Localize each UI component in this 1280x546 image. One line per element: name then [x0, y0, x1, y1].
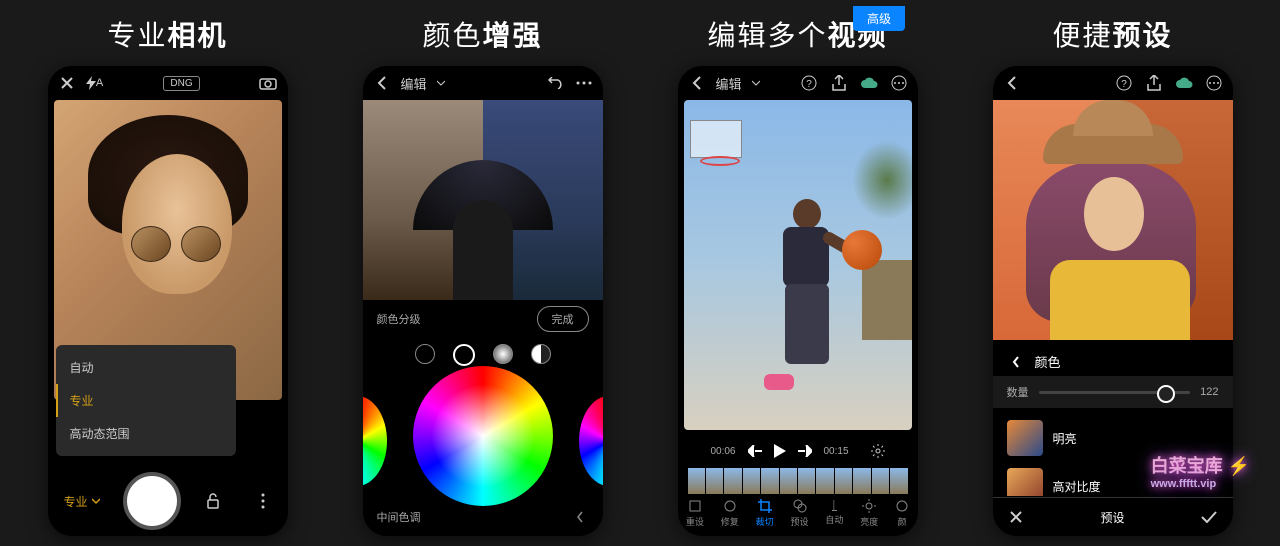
tone-highlights[interactable]: [493, 344, 513, 364]
tool-crop[interactable]: 裁切: [756, 499, 774, 528]
preview-split: [993, 100, 1233, 340]
svg-text:?: ?: [806, 79, 812, 90]
lock-icon[interactable]: [204, 492, 222, 510]
more-icon[interactable]: [246, 492, 272, 510]
phone-preset: ? 颜色 数量 1: [993, 66, 1233, 536]
preset-bottom-label: 预设: [1100, 509, 1124, 526]
edit-label[interactable]: 编辑: [401, 74, 427, 93]
video-preview: [684, 100, 912, 430]
share-icon[interactable]: [830, 74, 848, 92]
cloud-icon[interactable]: [1175, 74, 1193, 92]
tone-shadows[interactable]: [415, 344, 435, 364]
shutter-button[interactable]: [123, 472, 181, 530]
color-wheel[interactable]: [413, 366, 553, 506]
panel-title-preset: 便捷预设: [1052, 14, 1172, 54]
switch-camera-icon[interactable]: [259, 74, 277, 92]
help-icon[interactable]: ?: [800, 74, 818, 92]
premium-badge: 高级: [853, 6, 905, 31]
mode-menu: 自动 专业 高动态范围: [56, 345, 236, 456]
mode-pro[interactable]: 专业: [56, 384, 236, 417]
mode-hdr[interactable]: 高动态范围: [56, 417, 236, 450]
tool-auto[interactable]: │自动: [825, 500, 843, 526]
phone-video: 编辑 ?: [678, 66, 918, 536]
mode-selector[interactable]: 专业: [64, 493, 100, 510]
amount-value: 122: [1200, 386, 1218, 398]
midtone-label: 中间色调: [377, 509, 421, 525]
color-wheel-next[interactable]: [579, 396, 603, 486]
cancel-icon[interactable]: [1007, 508, 1025, 526]
back-icon[interactable]: [373, 74, 391, 92]
color-wheel-prev[interactable]: [363, 396, 387, 486]
flash-icon[interactable]: A: [86, 74, 104, 92]
panel-title-color: 颜色增强: [422, 14, 542, 54]
mode-auto[interactable]: 自动: [56, 351, 236, 384]
tool-reset[interactable]: 重设: [686, 499, 704, 528]
time-current: 00:06: [710, 446, 735, 457]
amount-slider[interactable]: [1039, 391, 1191, 394]
back-icon[interactable]: [688, 74, 706, 92]
panel-title-camera: 专业相机: [107, 14, 227, 54]
done-button[interactable]: 完成: [537, 306, 589, 332]
more-icon[interactable]: [1205, 74, 1223, 92]
svg-text:?: ?: [1121, 79, 1127, 90]
confirm-icon[interactable]: [1200, 508, 1218, 526]
preset-thumb: [1007, 468, 1043, 496]
preset-thumb: [1007, 420, 1043, 456]
preview-split: [363, 100, 603, 300]
cloud-icon[interactable]: [860, 74, 878, 92]
edit-label[interactable]: 编辑: [716, 74, 742, 93]
color-grading-label: 颜色分级: [377, 311, 421, 327]
settings-icon[interactable]: [871, 444, 885, 458]
video-timeline[interactable]: [688, 468, 908, 494]
close-icon[interactable]: [58, 74, 76, 92]
more-icon[interactable]: [890, 74, 908, 92]
tool-heal[interactable]: 修复: [721, 499, 739, 528]
phone-color: 编辑 颜色分级 完成: [363, 66, 603, 536]
back-icon[interactable]: [1003, 74, 1021, 92]
time-total: 00:15: [824, 446, 849, 457]
help-icon[interactable]: ?: [1115, 74, 1133, 92]
prev-frame-button[interactable]: [748, 445, 762, 457]
next-frame-button[interactable]: [798, 445, 812, 457]
format-badge[interactable]: DNG: [163, 76, 199, 91]
play-button[interactable]: [774, 444, 786, 458]
preset-bright[interactable]: 明亮: [993, 414, 1233, 462]
preset-contrast[interactable]: 高对比度: [993, 462, 1233, 496]
back-icon[interactable]: [1007, 353, 1025, 371]
undo-icon[interactable]: [547, 74, 565, 92]
color-header-label: 颜色: [1035, 352, 1061, 371]
tool-presets[interactable]: 预设: [791, 499, 809, 528]
tool-light[interactable]: 亮度: [860, 499, 878, 528]
tool-color[interactable]: 颜: [895, 499, 909, 528]
amount-label: 数量: [1007, 384, 1029, 400]
tone-global[interactable]: [531, 344, 551, 364]
phone-camera: A DNG 自动 专业 高动态范围: [48, 66, 288, 536]
tone-midtones[interactable]: [453, 344, 475, 366]
more-icon[interactable]: [575, 74, 593, 92]
chevron-left-icon[interactable]: [571, 508, 589, 526]
share-icon[interactable]: [1145, 74, 1163, 92]
